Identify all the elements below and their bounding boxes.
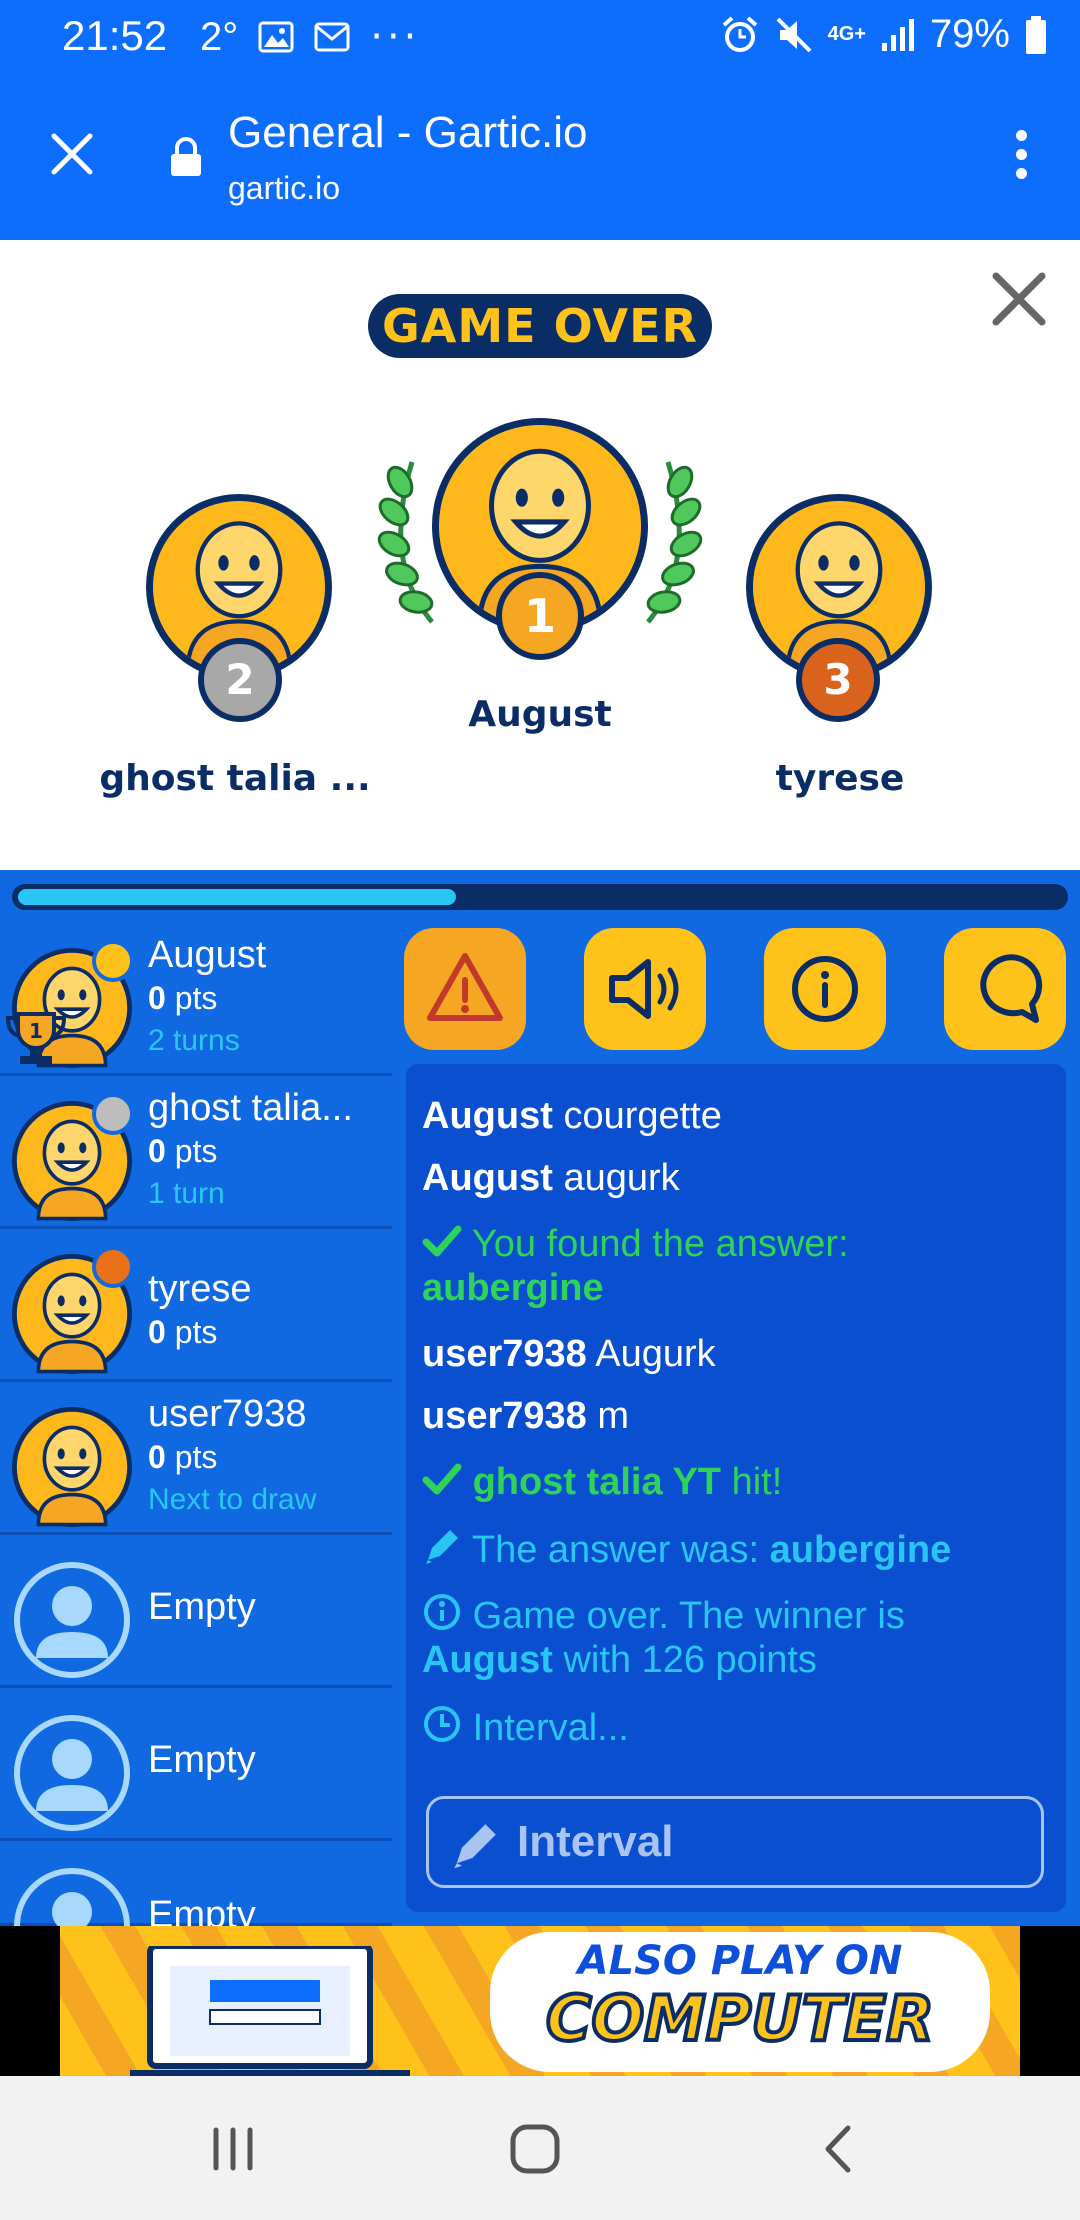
player-points: 0 pts xyxy=(148,1439,218,1475)
pencil-icon xyxy=(454,1824,496,1869)
back-icon[interactable] xyxy=(818,2124,858,2174)
turn-progress-bar xyxy=(12,884,1068,910)
trophy-icon: 1 xyxy=(4,1008,68,1072)
info-icon xyxy=(424,1594,460,1630)
overflow-menu-icon[interactable] xyxy=(1016,130,1030,187)
gallery-icon xyxy=(258,21,294,53)
podium-name-first: August xyxy=(468,694,612,735)
close-tab-icon[interactable] xyxy=(46,128,98,180)
status-time: 21:52 xyxy=(62,12,168,59)
mail-icon xyxy=(314,22,350,52)
speaker-icon xyxy=(609,959,679,1019)
pencil-icon xyxy=(426,1530,458,1564)
player-row[interactable]: 1 August 0 pts 2 turns xyxy=(0,924,392,1076)
silver-medal: 2 xyxy=(198,638,282,722)
chat-panel: August courgette August augurk You found… xyxy=(406,1064,1066,1912)
game-over-heading: GAME OVER xyxy=(368,294,712,358)
system-nav-bar xyxy=(0,2076,1080,2220)
mute-icon xyxy=(776,17,811,52)
checkmark-icon xyxy=(422,1463,462,1495)
chat-icon xyxy=(980,954,1043,1023)
player-name: ghost talia... xyxy=(148,1087,353,1129)
lock-icon xyxy=(171,137,201,176)
status-bar: 21:52 2° ··· 4G+ 79% xyxy=(0,0,1080,72)
player-row[interactable]: user7938 0 pts Next to draw xyxy=(0,1383,392,1535)
empty-avatar-icon xyxy=(12,1560,132,1680)
empty-avatar-icon xyxy=(12,1713,132,1833)
chat-message-correct: You found the answer: aubergine xyxy=(422,1223,849,1309)
podium-name-third: tyrese xyxy=(775,758,905,799)
answer-input[interactable]: Interval xyxy=(426,1796,1044,1888)
player-points: 0 pts xyxy=(148,1133,218,1169)
turn-progress-fill xyxy=(18,889,457,905)
recent-apps-icon[interactable] xyxy=(208,2124,258,2174)
answer-input-placeholder: Interval xyxy=(517,1817,674,1866)
network-type: 4G+ xyxy=(827,23,866,45)
player-subtitle: 1 turn xyxy=(148,1177,225,1210)
rank-dot xyxy=(92,1246,134,1288)
chat-message-game-over: Game over. The winner is August with 126 … xyxy=(422,1592,1042,1682)
chat-message-hit: ghost talia YT hit! xyxy=(422,1460,1042,1504)
more-notifications-icon: ··· xyxy=(370,14,421,60)
clock-icon xyxy=(424,1706,460,1742)
gold-medal: 1 xyxy=(496,572,584,660)
home-icon[interactable] xyxy=(508,2122,562,2176)
ad-line2: COMPUTER xyxy=(544,1980,936,2057)
svg-text:1: 1 xyxy=(29,1019,43,1043)
sound-button[interactable] xyxy=(584,928,706,1050)
player-slot-empty[interactable]: Empty xyxy=(0,1536,392,1688)
player-avatar xyxy=(12,1407,132,1527)
alarm-icon xyxy=(722,15,757,52)
ad-image[interactable]: ALSO PLAY ON COMPUTER xyxy=(60,1926,1020,2076)
player-points: 0 pts xyxy=(148,1314,218,1350)
rank-dot xyxy=(92,1093,134,1135)
laptop-icon xyxy=(130,1946,410,2076)
chat-message: user7938 Augurk xyxy=(422,1333,716,1375)
player-subtitle: 2 turns xyxy=(148,1024,240,1057)
game-over-panel: GAME OVER 1 August 2 ghost talia ... 3 t… xyxy=(0,240,1080,870)
player-name: August xyxy=(148,934,267,976)
podium-name-second: ghost talia ... xyxy=(99,758,371,799)
player-slot-empty[interactable]: Empty xyxy=(0,1842,392,1984)
player-row[interactable]: tyrese 0 pts xyxy=(0,1230,392,1382)
chat-message-interval: Interval... xyxy=(422,1704,1042,1750)
ad-line1: ALSO PLAY ON xyxy=(577,1938,903,1984)
rank-dot xyxy=(92,940,134,982)
report-button[interactable] xyxy=(404,928,526,1050)
status-right-icons: 4G+ 79% xyxy=(720,12,1048,57)
player-name: Empty xyxy=(148,1739,256,1781)
close-icon[interactable] xyxy=(988,268,1050,330)
player-name: user7938 xyxy=(148,1393,307,1435)
player-points: 0 pts xyxy=(148,980,218,1016)
player-name: tyrese xyxy=(148,1268,252,1310)
signal-icon xyxy=(881,18,914,51)
chat-message-answer: The answer was: aubergine xyxy=(422,1526,1042,1572)
page-title: General - Gartic.io xyxy=(228,108,588,157)
browser-toolbar: General - Gartic.io gartic.io xyxy=(0,72,1080,240)
bronze-medal: 3 xyxy=(796,638,880,722)
player-subtitle: Next to draw xyxy=(148,1483,317,1516)
info-icon xyxy=(792,956,858,1022)
ad-banner[interactable]: ALSO PLAY ON COMPUTER xyxy=(0,1926,1080,2076)
page-url[interactable]: gartic.io xyxy=(228,170,340,207)
temperature-text: 2° xyxy=(200,14,239,59)
chat-message: August courgette xyxy=(422,1095,722,1137)
battery-percent: 79% xyxy=(929,12,1010,56)
warning-icon xyxy=(427,953,503,1021)
player-slot-empty[interactable]: Empty xyxy=(0,1689,392,1841)
chat-button[interactable] xyxy=(944,928,1066,1050)
player-row[interactable]: ghost talia... 0 pts 1 turn xyxy=(0,1077,392,1229)
chat-message: user7938 m xyxy=(422,1395,630,1437)
battery-icon xyxy=(1026,15,1046,54)
checkmark-icon xyxy=(422,1225,462,1257)
chat-message: August augurk xyxy=(422,1157,680,1199)
info-button[interactable] xyxy=(764,928,886,1050)
player-name: Empty xyxy=(148,1586,256,1628)
status-left-icons: 2° ··· xyxy=(200,14,420,60)
